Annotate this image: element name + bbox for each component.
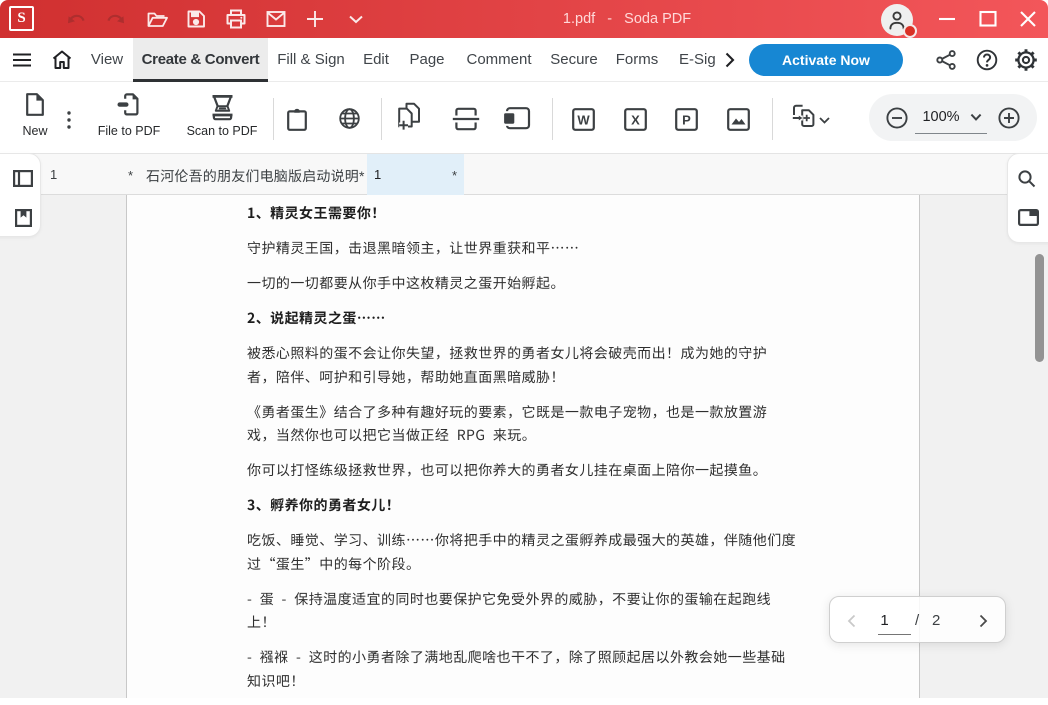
svg-text:X: X bbox=[631, 112, 640, 127]
svg-text:P: P bbox=[682, 112, 691, 127]
svg-text:W: W bbox=[577, 112, 590, 127]
